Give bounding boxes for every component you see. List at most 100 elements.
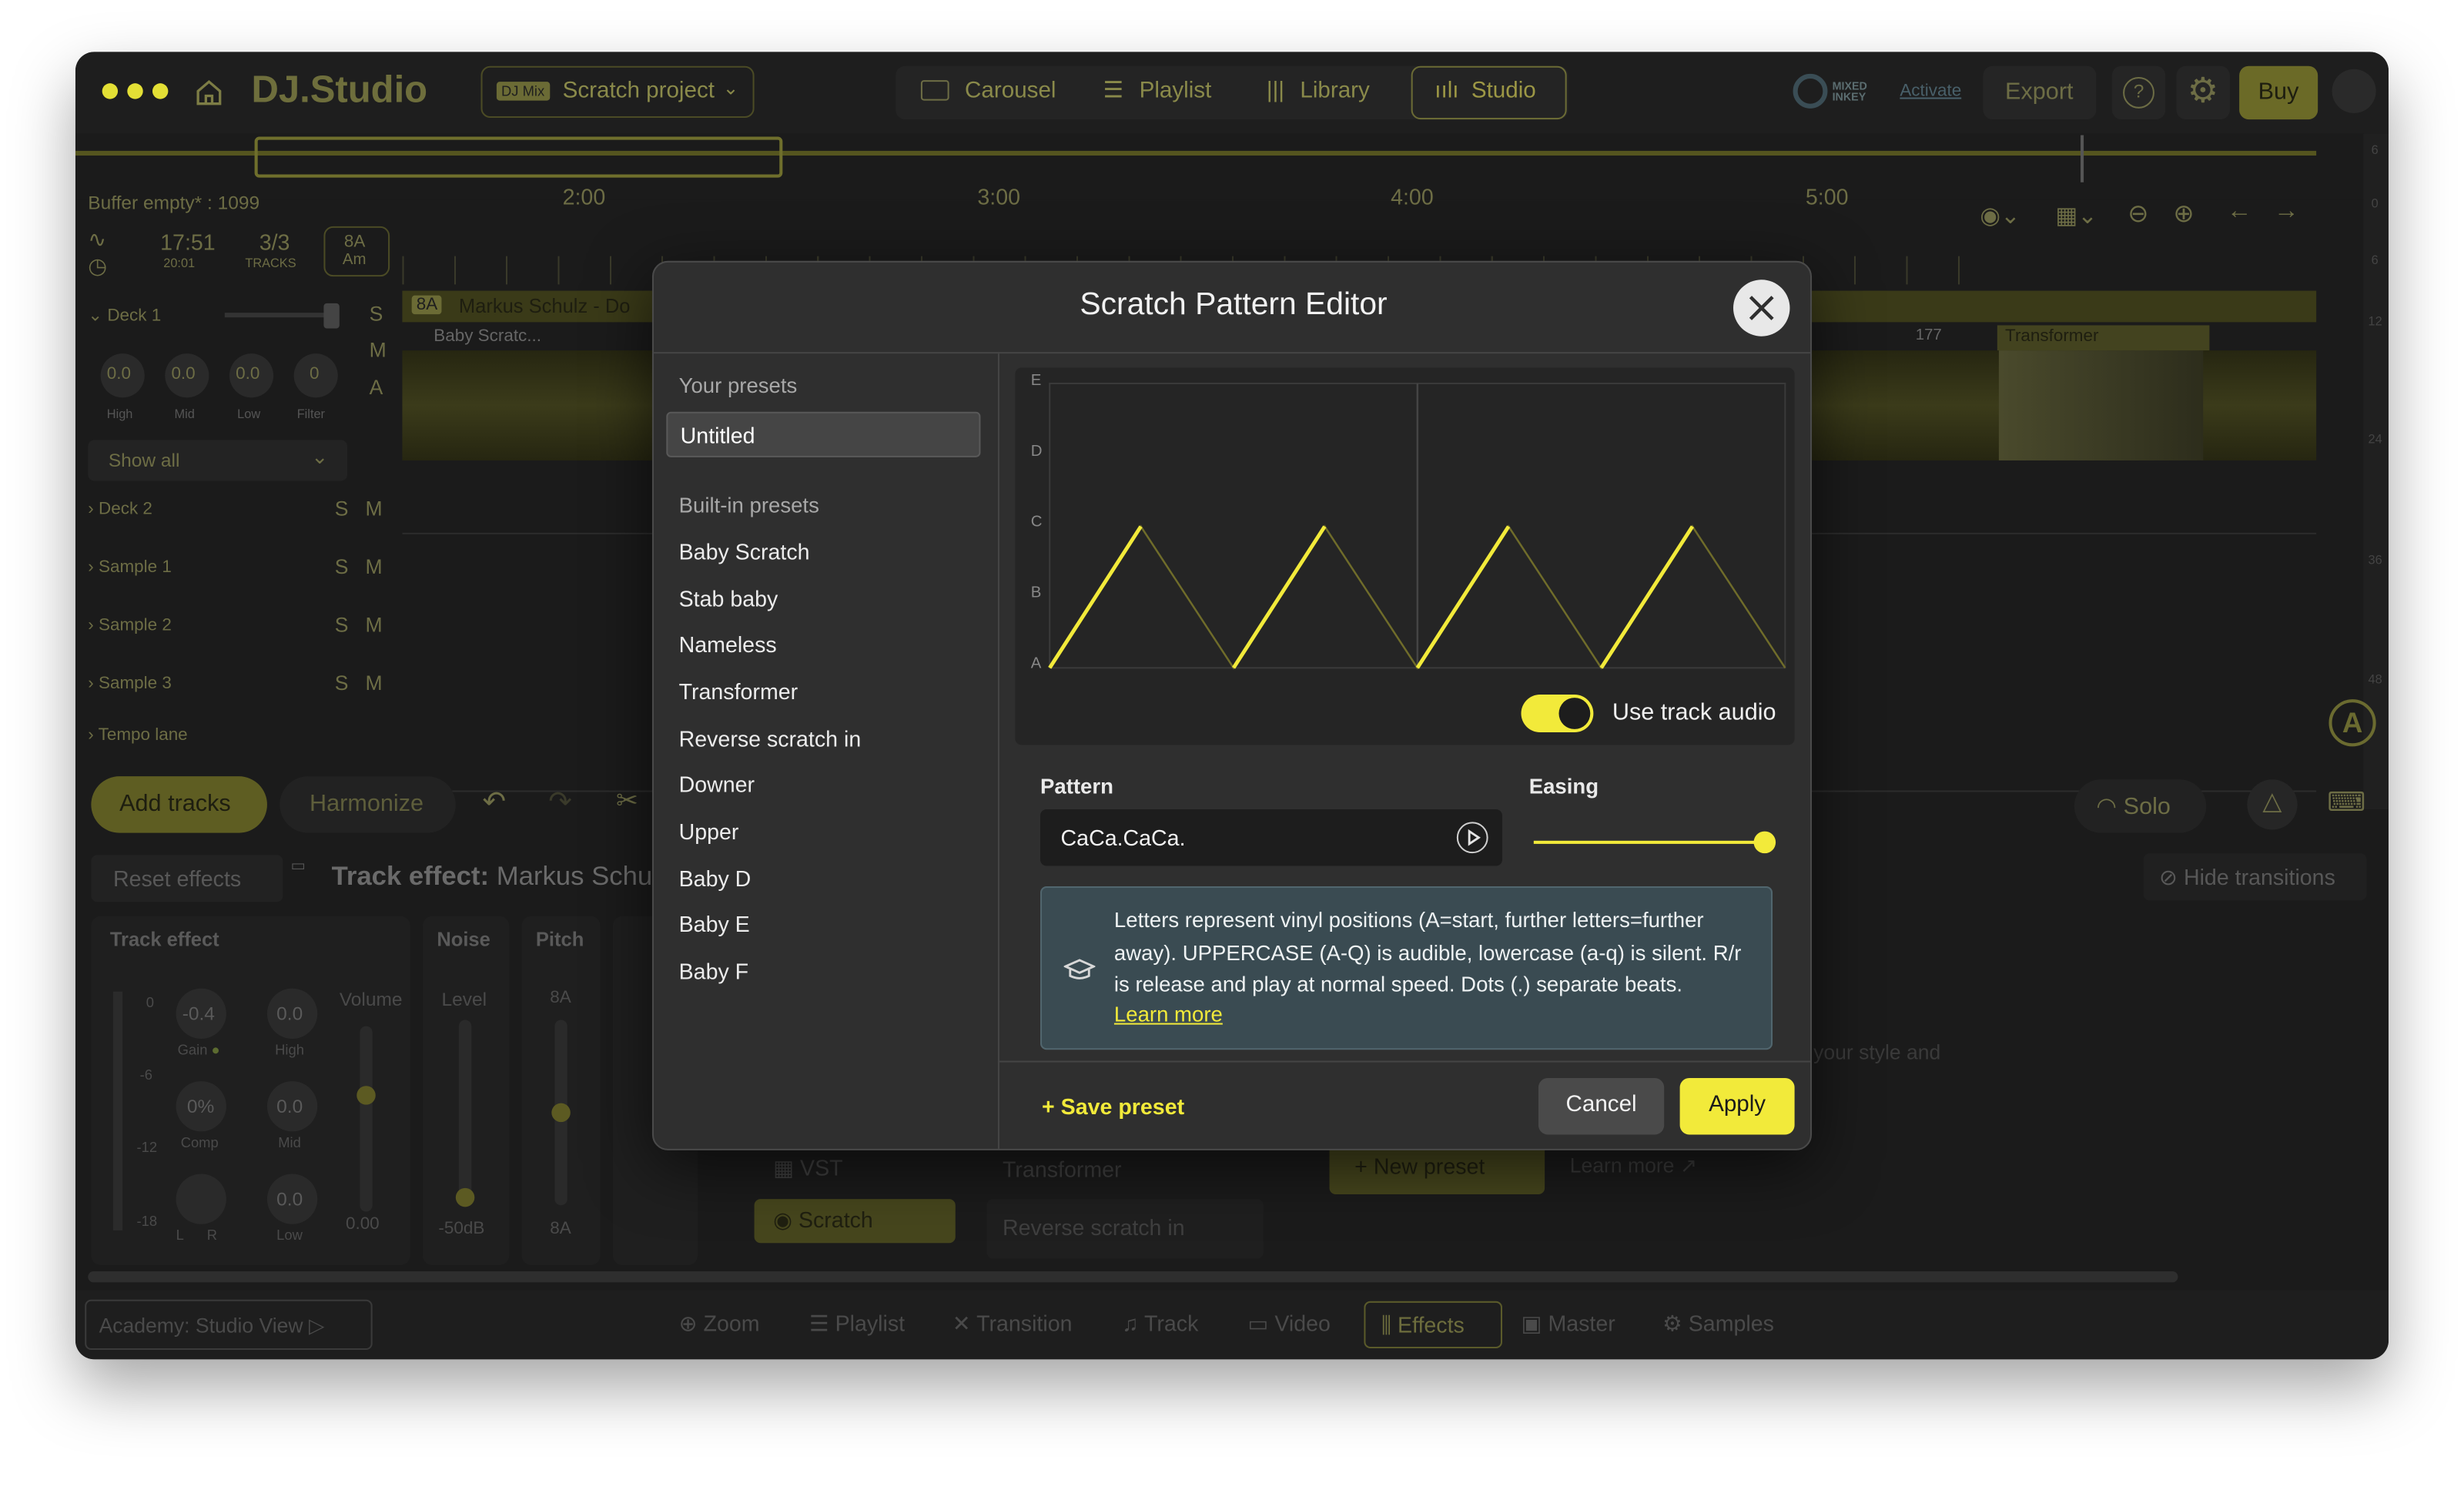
learn-more-link[interactable]: Learn more [1114,1003,1223,1026]
deck1-volume[interactable] [224,313,335,318]
scratch-button[interactable]: ◉ Scratch [754,1199,956,1244]
reset-effects-button[interactable]: Reset effects [91,855,283,902]
preset-item[interactable]: Baby F [679,959,749,984]
clip-label[interactable]: Baby Scratc... [434,326,541,345]
pattern-input[interactable]: CaCa.CaCa. [1040,809,1503,866]
preset-transformer[interactable]: Transformer [1003,1157,1122,1182]
low-knob[interactable]: 0.0 [266,1174,318,1224]
tab-carousel[interactable]: Carousel [920,79,1056,104]
pan-knob[interactable] [176,1174,226,1224]
cancel-button[interactable]: Cancel [1538,1077,1665,1135]
sample1-row[interactable]: › Sample 1 [88,557,172,576]
export-button[interactable]: Export [1983,65,2097,120]
high-knob[interactable]: 0.0 [266,988,318,1039]
knob-mid[interactable]: 0.0 [165,353,209,398]
preset-item[interactable]: Baby Scratch [679,539,810,564]
easing-slider[interactable] [1533,840,1766,844]
project-selector[interactable]: DJ Mix Scratch project ⌄ [480,65,755,119]
horizontal-scrollbar[interactable] [88,1271,2178,1283]
tab-library[interactable]: ||| Library [1267,79,1370,104]
bottom-samples[interactable]: ⚙ Samples [1662,1311,1774,1338]
tempo-lane-row[interactable]: › Tempo lane [88,726,187,745]
avatar[interactable] [2332,69,2376,113]
arrow-right-icon[interactable]: → [2274,198,2299,226]
noise-thumb[interactable] [455,1187,475,1207]
metronome-icon[interactable]: △ [2247,779,2298,830]
deck1-toggle[interactable]: ⌄ Deck 1 [88,305,161,325]
bottom-playlist[interactable]: ☰ Playlist [809,1311,905,1338]
undo-icon[interactable]: ↶ [483,785,507,819]
pattern-graph[interactable]: E D C B A Use track audio [1015,367,1795,745]
bottom-effects[interactable]: ⫼ Effects [1364,1301,1503,1349]
sample2-row[interactable]: › Sample 2 [88,616,172,635]
learn-more-bg-link[interactable]: Learn more ↗ [1570,1153,1697,1179]
harmonize-button[interactable]: Harmonize [280,776,456,833]
assistant-icon[interactable]: A [2328,699,2376,747]
use-track-audio-toggle[interactable] [1521,695,1594,733]
scissors-icon[interactable]: ✂ [616,785,638,817]
mute-toggle[interactable]: M [370,338,387,362]
key-badge[interactable]: 8A Am [323,226,390,277]
academy-button[interactable]: Academy: Studio View ▷ [85,1299,373,1351]
preset-item[interactable]: Upper [679,819,739,844]
comp-knob[interactable]: 0% [176,1081,226,1132]
clip-transformer[interactable] [1998,350,2204,460]
show-all-select[interactable]: Show all ⌄ [88,440,348,481]
tab-playlist[interactable]: ☰ Playlist [1103,79,1212,104]
volume-slider[interactable] [360,1026,373,1212]
gain-knob[interactable]: -0.4 [176,988,226,1039]
solo-button[interactable]: ◠ Solo [2074,779,2207,833]
activate-link[interactable]: Activate [1900,82,1961,100]
grid-view-icon[interactable]: ▦⌄ [2055,201,2097,229]
hide-transitions-button[interactable]: ⊘ Hide transitions [2143,853,2367,901]
auto-toggle[interactable]: A [370,376,383,400]
settings-button[interactable]: ⚙ [2176,65,2230,120]
preset-item[interactable]: Nameless [679,631,777,657]
knob-filter[interactable]: 0 [293,353,338,398]
sample3-sm[interactable]: S M [335,671,383,695]
help-button[interactable]: ? [2111,65,2166,120]
save-preset-button[interactable]: + Save preset [1042,1093,1184,1119]
preset-item[interactable]: Baby D [679,866,752,891]
volume-thumb[interactable] [357,1086,376,1105]
deck2-row[interactable]: › Deck 2 [88,500,152,518]
close-window-dot[interactable] [102,83,119,99]
home-icon[interactable] [193,77,225,109]
preset-item[interactable]: Reverse scratch in [679,726,862,752]
preset-reverse[interactable]: Reverse scratch in [986,1199,1264,1259]
buy-button[interactable]: Buy [2239,65,2318,120]
easing-thumb[interactable] [1753,831,1776,854]
preset-untitled[interactable]: Untitled [666,411,981,457]
add-tracks-button[interactable]: Add tracks [91,776,267,833]
bottom-zoom[interactable]: ⊕ Zoom [679,1311,760,1338]
knob-high[interactable]: 0.0 [100,353,145,398]
redo-icon[interactable]: ↷ [548,785,572,819]
knob-low[interactable]: 0.0 [229,353,274,398]
bottom-master[interactable]: ▣ Master [1521,1311,1615,1338]
bottom-transition[interactable]: ✕ Transition [952,1311,1073,1338]
bottom-track[interactable]: ♫ Track [1122,1311,1198,1336]
apply-button[interactable]: Apply [1679,1077,1795,1135]
sample3-row[interactable]: › Sample 3 [88,675,172,693]
deck1-volume-thumb[interactable] [323,303,340,329]
solo-toggle[interactable]: S [370,302,383,326]
arrow-left-icon[interactable]: ← [2227,198,2252,226]
deck2-sm[interactable]: S M [335,497,383,521]
zoom-in-icon[interactable]: ⊕ [2173,198,2194,229]
preset-item[interactable]: Transformer [679,679,798,705]
minimize-window-dot[interactable] [127,83,143,99]
mid-knob[interactable]: 0.0 [266,1081,318,1132]
preset-item[interactable]: Stab baby [679,586,778,611]
keyboard-icon[interactable]: ⌨ [2327,787,2365,819]
clip-transformer-head[interactable]: Transformer [1997,325,2210,351]
preset-item[interactable]: Baby E [679,912,750,937]
zoom-out-icon[interactable]: ⊖ [2128,198,2148,229]
zoom-window-dot[interactable] [152,83,169,99]
overview-viewport[interactable] [254,136,783,178]
play-pattern-button[interactable] [1456,822,1488,854]
bottom-video[interactable]: ▭ Video [1247,1311,1331,1338]
noise-slider[interactable] [458,1020,472,1206]
sample2-sm[interactable]: S M [335,613,383,637]
eye-icon[interactable]: ◉⌄ [1980,201,2020,229]
pitch-thumb[interactable] [551,1103,571,1123]
